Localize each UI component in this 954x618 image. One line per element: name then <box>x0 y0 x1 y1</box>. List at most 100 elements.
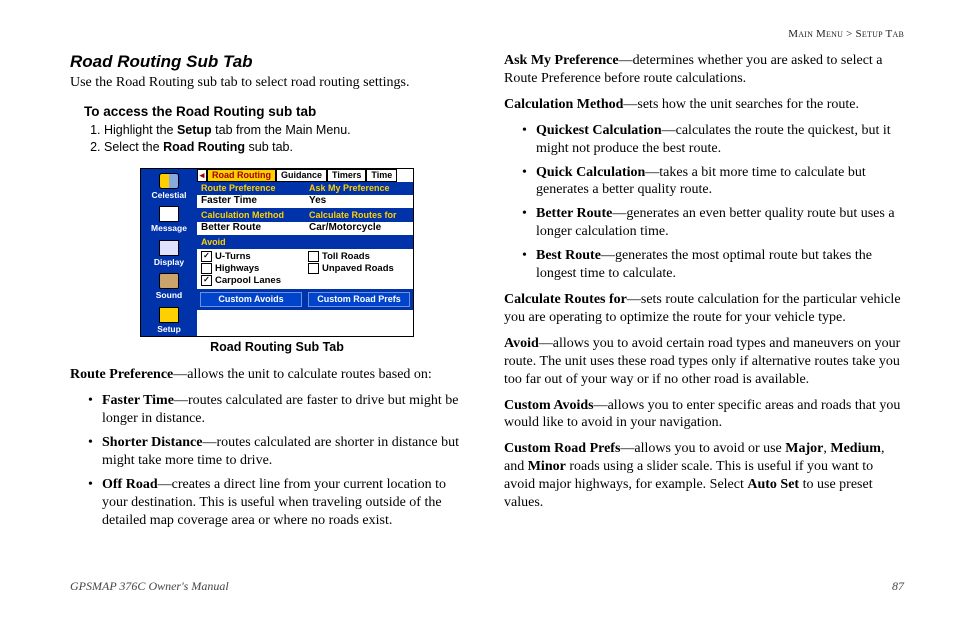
check-icon <box>201 263 212 274</box>
field-label-ask-my-preference: Ask My Preference <box>305 182 413 195</box>
step-1-bold: Setup <box>177 123 212 137</box>
sidebar-label: Setup <box>157 325 181 334</box>
crp-major: Major <box>785 441 823 456</box>
list-item: Quickest Calculation—calculates the rout… <box>536 122 904 158</box>
step-1-text-c: tab from the Main Menu. <box>212 123 351 137</box>
custom-road-prefs-term: Custom Road Prefs <box>504 441 620 456</box>
sidebar-label: Display <box>154 258 184 267</box>
route-preference-term: Route Preference <box>70 367 173 382</box>
custom-avoids-button[interactable]: Custom Avoids <box>200 292 302 307</box>
step-2-text-a: Select the <box>104 140 163 154</box>
breadcrumb: Main Menu > Setup Tab <box>788 28 904 40</box>
breadcrumb-sep: > <box>843 28 855 40</box>
field-label-route-preference: Route Preference <box>197 182 305 195</box>
avoid-options: ✓ U-Turns Toll Roads H <box>197 249 413 289</box>
custom-road-prefs-button[interactable]: Custom Road Prefs <box>308 292 410 307</box>
sidebar-item-message[interactable]: Message <box>141 202 197 236</box>
option-term: Quickest Calculation <box>536 123 662 138</box>
checkbox-label: U-Turns <box>215 252 251 262</box>
field-value-calculate-routes-for[interactable]: Car/Motorcycle <box>305 222 413 236</box>
calculation-method-desc: —sets how the unit searches for the rout… <box>623 97 859 112</box>
checkbox-unpaved-roads[interactable]: Unpaved Roads <box>308 263 409 274</box>
option-term: Best Route <box>536 248 601 263</box>
custom-avoids-term: Custom Avoids <box>504 398 594 413</box>
page-title: Road Routing Sub Tab <box>70 52 470 72</box>
check-icon <box>308 263 319 274</box>
check-icon: ✓ <box>201 251 212 262</box>
checkbox-highways[interactable]: Highways <box>201 263 302 274</box>
checkbox-toll-roads[interactable]: Toll Roads <box>308 251 409 262</box>
tab-road-routing[interactable]: Road Routing <box>207 169 276 182</box>
access-steps: Highlight the Setup tab from the Main Me… <box>104 123 470 154</box>
check-icon <box>308 251 319 262</box>
option-term: Better Route <box>536 206 612 221</box>
intro-paragraph: Use the Road Routing sub tab to select r… <box>70 74 470 92</box>
tab-scroll-left[interactable]: ◂ <box>197 169 207 182</box>
option-term: Faster Time <box>102 393 174 408</box>
gps-sidebar: Celestial Message Display <box>141 169 197 337</box>
sidebar-item-setup[interactable]: Setup <box>141 303 197 337</box>
figure-road-routing-sub-tab: Celestial Message Display <box>84 168 470 355</box>
field-label-calculate-routes-for: Calculate Routes for <box>305 209 413 222</box>
gps-main-panel: ◂ Road Routing Guidance Timers Time Rout… <box>197 169 413 337</box>
breadcrumb-left: Main Menu <box>788 28 843 40</box>
check-icon: ✓ <box>201 275 212 286</box>
crp-auto-set: Auto Set <box>747 477 799 492</box>
checkbox-uturns[interactable]: ✓ U-Turns <box>201 251 302 262</box>
checkbox-label: Toll Roads <box>322 252 370 262</box>
avoid-desc: —allows you to avoid certain road types … <box>504 336 900 387</box>
sidebar-item-sound[interactable]: Sound <box>141 269 197 303</box>
field-value-route-preference[interactable]: Faster Time <box>197 195 305 209</box>
list-item: Shorter Distance—routes calculated are s… <box>102 434 470 470</box>
sun-moon-icon <box>159 173 179 189</box>
ask-my-preference-term: Ask My Preference <box>504 53 619 68</box>
page-footer: GPSMAP 376C Owner's Manual 87 <box>70 579 904 594</box>
sidebar-item-display[interactable]: Display <box>141 236 197 270</box>
checkbox-label: Highways <box>215 264 259 274</box>
breadcrumb-right: Setup Tab <box>856 28 904 40</box>
sidebar-item-celestial[interactable]: Celestial <box>141 169 197 203</box>
calculate-routes-for-term: Calculate Routes for <box>504 292 627 307</box>
field-label-avoid: Avoid <box>197 236 413 249</box>
option-term: Quick Calculation <box>536 165 645 180</box>
list-item: Faster Time—routes calculated are faster… <box>102 392 470 428</box>
crp-minor: Minor <box>528 459 566 474</box>
tab-time[interactable]: Time <box>366 169 397 182</box>
field-value-ask-my-preference[interactable]: Yes <box>305 195 413 209</box>
sidebar-label: Sound <box>156 291 182 300</box>
envelope-icon <box>159 206 179 222</box>
crp-medium: Medium <box>830 441 881 456</box>
speaker-icon <box>159 273 179 289</box>
checkbox-carpool-lanes[interactable]: ✓ Carpool Lanes <box>201 275 302 286</box>
footer-manual-title: GPSMAP 376C Owner's Manual <box>70 579 229 594</box>
checkbox-label: Unpaved Roads <box>322 264 394 274</box>
step-1: Highlight the Setup tab from the Main Me… <box>104 123 470 137</box>
option-term: Shorter Distance <box>102 435 202 450</box>
step-2-text-c: sub tab. <box>245 140 293 154</box>
wrench-icon <box>159 307 179 323</box>
display-icon <box>159 240 179 256</box>
figure-caption: Road Routing Sub Tab <box>210 340 344 354</box>
step-2-bold: Road Routing <box>163 140 245 154</box>
avoid-term: Avoid <box>504 336 539 351</box>
list-item: Best Route—generates the most optimal ro… <box>536 247 904 283</box>
field-value-calculation-method[interactable]: Better Route <box>197 222 305 236</box>
footer-page-number: 87 <box>892 579 904 594</box>
crp-text-1: —allows you to avoid or use <box>620 441 785 456</box>
field-label-calculation-method: Calculation Method <box>197 209 305 222</box>
calculation-method-options: Quickest Calculation—calculates the rout… <box>504 122 904 283</box>
access-heading: To access the Road Routing sub tab <box>84 104 470 119</box>
list-item: Off Road—creates a direct line from your… <box>102 476 470 530</box>
option-term: Off Road <box>102 477 158 492</box>
step-2: Select the Road Routing sub tab. <box>104 140 470 154</box>
calculation-method-term: Calculation Method <box>504 97 623 112</box>
gps-tabs: ◂ Road Routing Guidance Timers Time <box>197 169 413 182</box>
tab-timers[interactable]: Timers <box>327 169 366 182</box>
checkbox-label: Carpool Lanes <box>215 276 281 286</box>
sidebar-label: Celestial <box>152 191 187 200</box>
route-preference-desc: —allows the unit to calculate routes bas… <box>173 367 432 382</box>
list-item: Better Route—generates an even better qu… <box>536 205 904 241</box>
route-preference-options: Faster Time—routes calculated are faster… <box>70 392 470 529</box>
tab-guidance[interactable]: Guidance <box>276 169 327 182</box>
sidebar-label: Message <box>151 224 187 233</box>
